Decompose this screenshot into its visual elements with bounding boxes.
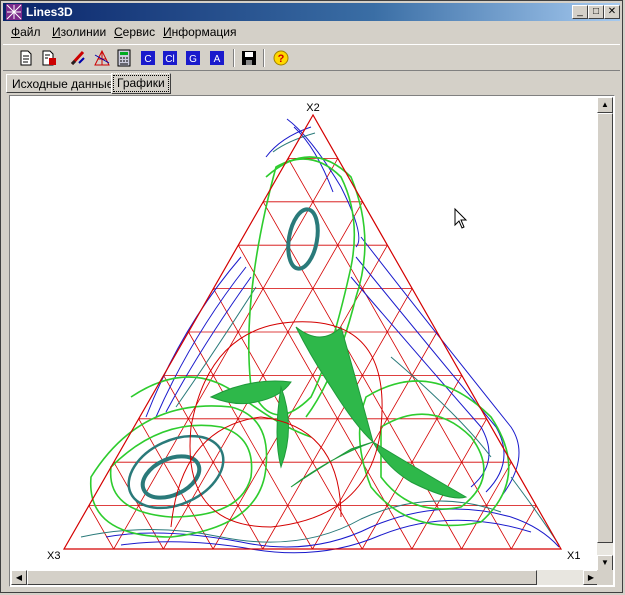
svg-text:C: C bbox=[144, 54, 151, 65]
isoline-blue bbox=[265, 126, 312, 158]
toolbar-separator bbox=[263, 49, 265, 67]
arrow-right-icon: ▶ bbox=[587, 573, 595, 582]
scroll-up-button[interactable]: ▲ bbox=[597, 97, 613, 113]
help-icon[interactable]: ? bbox=[272, 49, 290, 67]
vertical-scroll-thumb[interactable] bbox=[597, 113, 613, 543]
toolbar: C Cl G A ? bbox=[3, 44, 620, 71]
maximize-button[interactable]: □ bbox=[588, 5, 604, 19]
cursor-icon bbox=[454, 207, 468, 229]
grid-line-right bbox=[113, 158, 339, 550]
vertex-label-x1: X1 bbox=[567, 550, 580, 562]
isoline-3-icon[interactable]: G bbox=[184, 49, 202, 67]
svg-text:?: ? bbox=[278, 53, 285, 65]
isoline-teal-ellipse bbox=[286, 207, 320, 271]
vertex-label-x2: X2 bbox=[306, 102, 319, 114]
arrow-down-icon: ▼ bbox=[601, 558, 609, 567]
isoline-1-icon[interactable]: C bbox=[139, 49, 157, 67]
vertex-label-x3: X3 bbox=[47, 550, 60, 562]
app-window: Lines3D _ □ ✕ Файл Изолинии Сервис Инфор… bbox=[0, 0, 623, 593]
horizontal-scroll-thumb[interactable] bbox=[27, 570, 537, 585]
edit-brush-icon[interactable] bbox=[69, 49, 87, 67]
vertical-scrollbar[interactable]: ▲ ▼ bbox=[597, 97, 613, 571]
toolbar-separator bbox=[233, 49, 235, 67]
arrow-left-icon: ◀ bbox=[15, 573, 23, 582]
svg-text:A: A bbox=[214, 54, 221, 65]
close-icon: ✕ bbox=[607, 6, 617, 17]
window-title: Lines3D bbox=[26, 5, 73, 19]
menu-isolines[interactable]: Изолинии bbox=[52, 25, 106, 39]
menu-service[interactable]: Сервис bbox=[114, 25, 155, 39]
isoline-teal bbox=[390, 356, 492, 458]
minimize-button[interactable]: _ bbox=[572, 5, 588, 19]
isoline-teal bbox=[510, 476, 560, 546]
scroll-down-button[interactable]: ▼ bbox=[597, 555, 613, 571]
open-document-icon[interactable] bbox=[40, 49, 58, 67]
tab-graphs[interactable]: Графики bbox=[111, 73, 171, 94]
calculator-icon[interactable] bbox=[115, 49, 133, 67]
grid-icon[interactable] bbox=[93, 49, 111, 67]
scroll-left-button[interactable]: ◀ bbox=[11, 570, 27, 585]
scroll-corner bbox=[597, 570, 613, 585]
isoline-4-icon[interactable]: A bbox=[208, 49, 226, 67]
plot-panel: X2 X3 X1 ▲ ▼ ◀ ▶ bbox=[9, 95, 615, 587]
title-bar[interactable]: Lines3D _ □ ✕ bbox=[3, 3, 620, 21]
separatrix-band bbox=[371, 440, 468, 499]
isoline-2-icon[interactable]: Cl bbox=[161, 49, 179, 67]
minimize-icon: _ bbox=[577, 6, 583, 17]
maximize-icon: □ bbox=[592, 6, 600, 17]
ternary-plot[interactable]: X2 X3 X1 bbox=[11, 97, 599, 571]
horizontal-scrollbar[interactable]: ◀ ▶ bbox=[11, 570, 599, 585]
app-icon bbox=[6, 4, 22, 20]
isoline-teal-ellipse bbox=[127, 434, 225, 510]
arrow-up-icon: ▲ bbox=[601, 100, 609, 109]
new-document-icon[interactable] bbox=[17, 49, 35, 67]
menu-information[interactable]: Информация bbox=[163, 25, 236, 39]
close-button[interactable]: ✕ bbox=[604, 5, 620, 19]
tab-source-data[interactable]: Исходные данные bbox=[6, 74, 120, 93]
isolines bbox=[80, 118, 560, 554]
svg-text:Cl: Cl bbox=[165, 54, 174, 65]
tab-strip: Исходные данные Графики bbox=[3, 73, 620, 95]
menu-bar: Файл Изолинии Сервис Информация bbox=[3, 23, 620, 42]
menu-file[interactable]: Файл bbox=[11, 25, 41, 39]
grid-line-left bbox=[88, 505, 115, 550]
save-icon[interactable] bbox=[240, 49, 258, 67]
separatrix-band bbox=[276, 385, 289, 469]
svg-text:G: G bbox=[189, 54, 197, 65]
